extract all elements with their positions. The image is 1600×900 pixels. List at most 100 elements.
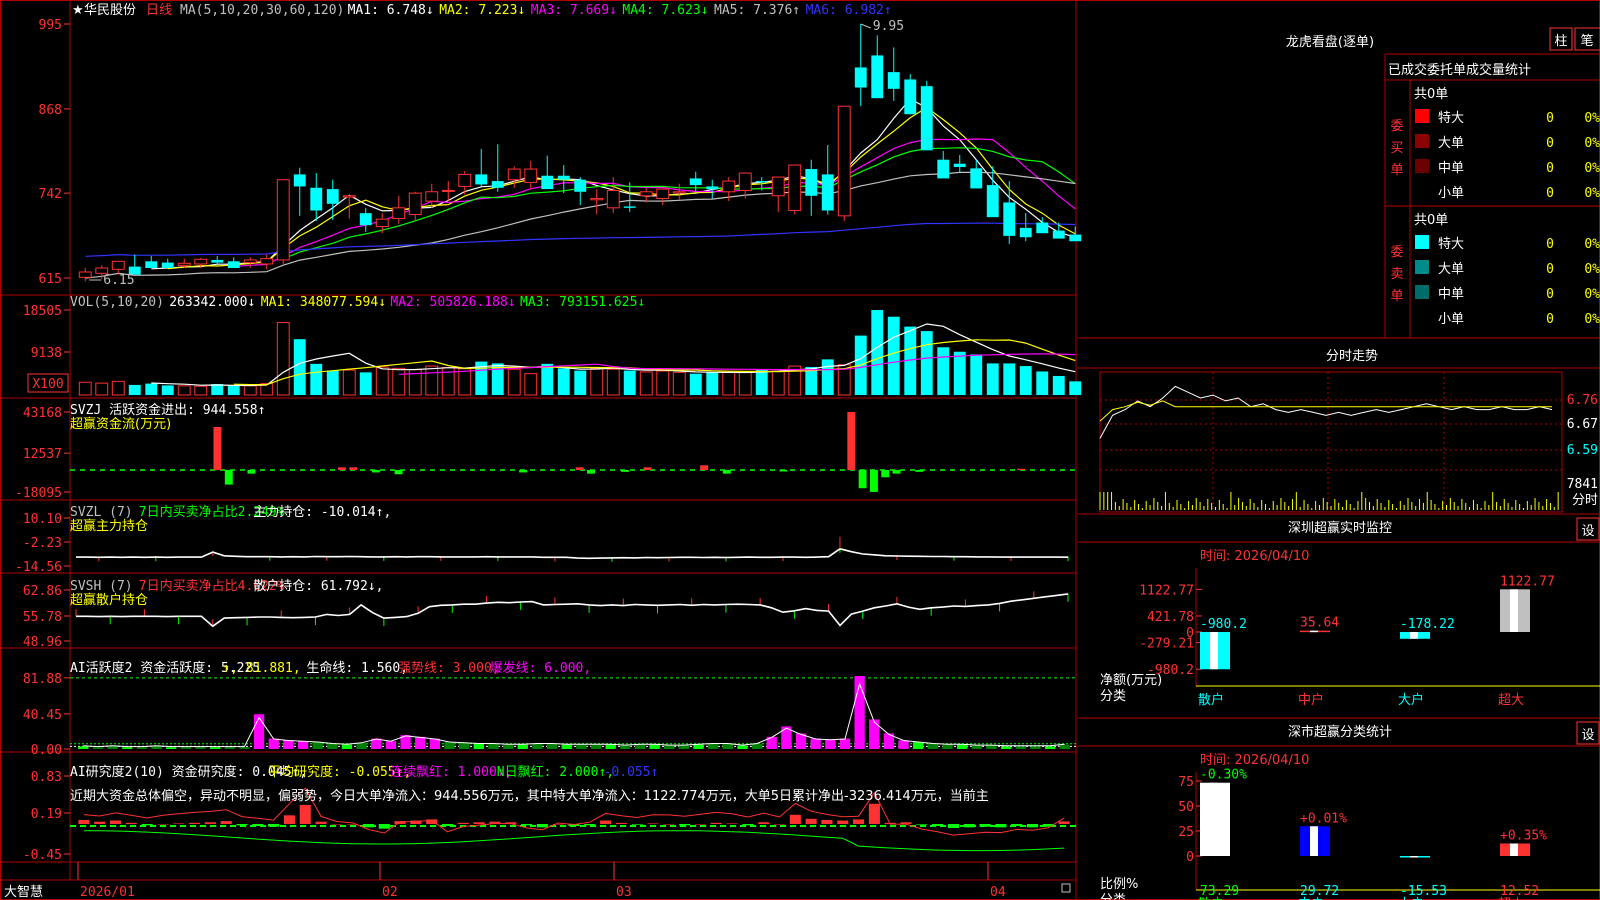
legend-swatch <box>1415 134 1429 148</box>
category-bar-highlight <box>1510 589 1518 632</box>
fund-flow-bar <box>213 427 222 470</box>
indicator-header: MA1: 348077.594↓ <box>261 295 386 310</box>
candle-body <box>145 261 158 268</box>
bar-y-tick: 25 <box>1178 825 1194 840</box>
candle-body <box>392 207 406 220</box>
indicator-header: 生命线: 1.560, <box>306 660 408 676</box>
order-type: 小单 <box>1438 312 1464 327</box>
bar-x-label: 分类 <box>1100 689 1126 704</box>
main-holding-line <box>76 547 1069 560</box>
research-bar <box>758 822 770 824</box>
research-bar <box>204 822 216 824</box>
candle-body <box>904 79 917 115</box>
stock-chart[interactable]: 995 868 742 615 9.95 6.15 ★ 华民股份 日线 MA(5,10,20,30… <box>0 0 1600 900</box>
volume-bar <box>986 363 999 395</box>
research-bar <box>189 822 201 824</box>
category-change: +0.35% <box>1500 828 1547 843</box>
activity-bar <box>473 743 484 749</box>
indicator-header: 散户持仓: 61.792↓, <box>253 578 383 594</box>
volume-bar <box>821 359 834 395</box>
activity-bar <box>605 744 616 749</box>
activity-bar <box>1044 746 1056 749</box>
intraday-volume-unit: 分时 <box>1572 493 1598 508</box>
volume-bar <box>524 373 538 396</box>
research-bar <box>299 804 311 824</box>
indicator-header: N日飘红: 2.000↑, <box>497 764 614 780</box>
fund-flow-bar <box>394 470 403 475</box>
volume-bar <box>145 383 158 395</box>
y-tick-label: 0.00 <box>31 743 62 758</box>
indicator-header: SVSH (7) <box>70 579 133 594</box>
y-tick-label: 55.78 <box>23 610 62 625</box>
volume-bar <box>1069 381 1082 395</box>
tab-tick: 笔 <box>1580 33 1593 49</box>
activity-bar <box>561 744 572 749</box>
indicator-header: SVZL (7) <box>70 505 133 520</box>
candle-body <box>722 180 736 193</box>
y-tick-label: 62.86 <box>23 584 62 599</box>
activity-bar <box>107 746 118 749</box>
y-tick-label: 12537 <box>23 447 62 462</box>
research-bar <box>283 815 295 824</box>
activity-bar <box>488 743 499 749</box>
high-label: 9.95 <box>873 19 904 34</box>
category-value: -178.22 <box>1400 617 1455 632</box>
candle-body <box>738 172 752 191</box>
fund-flow-bar <box>847 412 856 470</box>
volume-bar <box>1036 371 1049 395</box>
x-axis-label: 02 <box>382 885 398 900</box>
volume-bar <box>970 354 983 395</box>
activity-bar <box>634 744 646 749</box>
research-bar <box>679 824 691 826</box>
research-bar <box>315 821 327 824</box>
research-bar <box>109 820 122 824</box>
candle-body <box>441 189 455 192</box>
research-green-line <box>83 830 1065 852</box>
candle-body <box>78 271 92 278</box>
volume-bar <box>227 385 240 395</box>
candle-body <box>310 187 323 211</box>
candle-body <box>706 186 719 190</box>
candle-body <box>672 191 686 194</box>
candle-body <box>243 259 257 264</box>
x-axis-label: 03 <box>616 885 632 900</box>
activity-bar <box>986 745 997 749</box>
legend-swatch <box>1415 109 1429 123</box>
volume-bar <box>887 316 900 395</box>
x-axis-label: 04 <box>990 885 1006 900</box>
candle-body <box>656 188 670 199</box>
fund-flow-bar <box>338 467 346 470</box>
activity-bar <box>385 741 397 749</box>
volume-bar <box>359 372 372 395</box>
settings-label: 设 <box>1581 524 1594 539</box>
category-value: 12.52 <box>1500 884 1539 899</box>
bar-y-tick: -279.21 <box>1139 637 1194 652</box>
volume-bar <box>375 366 389 396</box>
volume-bar <box>128 384 141 395</box>
order-type: 中单 <box>1438 287 1464 302</box>
order-count: 0 <box>1546 136 1554 151</box>
order-total: 共0单 <box>1414 87 1448 102</box>
order-pct: 0% <box>1584 186 1600 201</box>
activity-bar <box>854 676 865 749</box>
candle-body <box>821 174 834 211</box>
legend-swatch <box>1415 235 1429 249</box>
volume-bar <box>177 385 191 396</box>
ai-analysis-text: 近期大资金总体偏空，异动不明显，偏弱势，今日大单净流入：944.556万元，其中… <box>70 788 989 804</box>
activity-bar <box>1000 746 1012 749</box>
research-bar <box>726 823 738 824</box>
research-bar <box>331 824 343 825</box>
panel-time: 时间: 2026/04/10 <box>1200 549 1309 564</box>
panel-subtitle: 超赢资金流(万元) <box>70 416 171 432</box>
activity-bar <box>869 719 880 749</box>
research-bar <box>536 824 548 828</box>
research-bar <box>694 824 707 825</box>
volume-bar <box>541 363 554 395</box>
volume-bar <box>656 370 670 396</box>
legend-swatch <box>1415 285 1429 299</box>
candle-body <box>342 195 356 198</box>
activity-bar <box>693 744 704 749</box>
order-type: 大单 <box>1438 262 1464 277</box>
fund-flow-bar <box>1017 468 1026 470</box>
volume-bar <box>937 347 950 395</box>
